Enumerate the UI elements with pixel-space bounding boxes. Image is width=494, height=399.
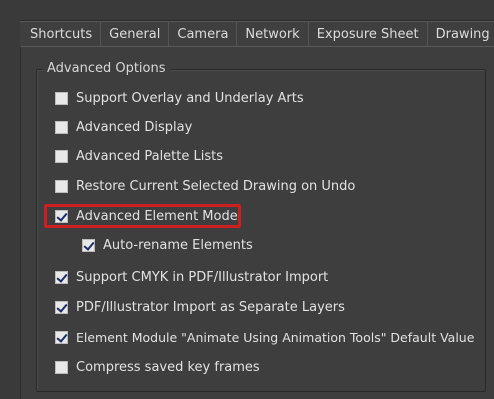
option-label: Support Overlay and Underlay Arts — [76, 90, 304, 106]
checkbox[interactable] — [55, 120, 68, 134]
option-restore-selected-drawing[interactable]: Restore Current Selected Drawing on Undo — [55, 176, 355, 196]
checkbox[interactable] — [82, 238, 95, 252]
checkbox[interactable] — [55, 91, 68, 105]
option-support-overlay-underlay[interactable]: Support Overlay and Underlay Arts — [55, 88, 304, 108]
option-label: Element Module "Animate Using Animation … — [76, 329, 475, 345]
checkbox[interactable] — [55, 300, 68, 314]
tab-bar: Shortcuts General Camera Network Exposur… — [20, 20, 494, 47]
option-label: Restore Current Selected Drawing on Undo — [76, 178, 356, 194]
group-title: Advanced Options — [43, 61, 170, 76]
option-label: Advanced Display — [76, 119, 193, 135]
tab-camera[interactable]: Camera — [169, 21, 238, 46]
option-label: Advanced Palette Lists — [76, 148, 223, 164]
option-element-module-animate[interactable]: Element Module "Animate Using Animation … — [55, 327, 474, 347]
option-support-cmyk[interactable]: Support CMYK in PDF/Illustrator Import — [55, 267, 328, 287]
option-pdf-separate-layers[interactable]: PDF/Illustrator Import as Separate Layer… — [55, 297, 345, 317]
tab-shortcuts[interactable]: Shortcuts — [20, 21, 102, 46]
checkbox[interactable] — [55, 149, 68, 163]
option-advanced-palette-lists[interactable]: Advanced Palette Lists — [55, 146, 223, 166]
option-advanced-display[interactable]: Advanced Display — [55, 117, 192, 137]
option-compress-key-frames[interactable]: Compress saved key frames — [55, 357, 260, 377]
highlight-annotation — [44, 204, 241, 228]
option-label: Compress saved key frames — [76, 359, 260, 375]
tab-drawing[interactable]: Drawing — [427, 21, 494, 46]
tab-exposure-sheet[interactable]: Exposure Sheet — [308, 21, 428, 46]
tab-network[interactable]: Network — [237, 21, 309, 46]
option-label: Support CMYK in PDF/Illustrator Import — [76, 269, 329, 285]
preferences-window: Shortcuts General Camera Network Exposur… — [0, 0, 494, 399]
checkbox[interactable] — [55, 360, 68, 374]
checkbox[interactable] — [55, 270, 68, 284]
option-label: Auto-rename Elements — [103, 237, 253, 253]
option-label: PDF/Illustrator Import as Separate Layer… — [76, 299, 345, 315]
tab-general[interactable]: General — [101, 21, 170, 46]
option-auto-rename-elements[interactable]: Auto-rename Elements — [82, 235, 253, 255]
checkbox[interactable] — [55, 330, 68, 344]
checkbox[interactable] — [55, 179, 68, 193]
